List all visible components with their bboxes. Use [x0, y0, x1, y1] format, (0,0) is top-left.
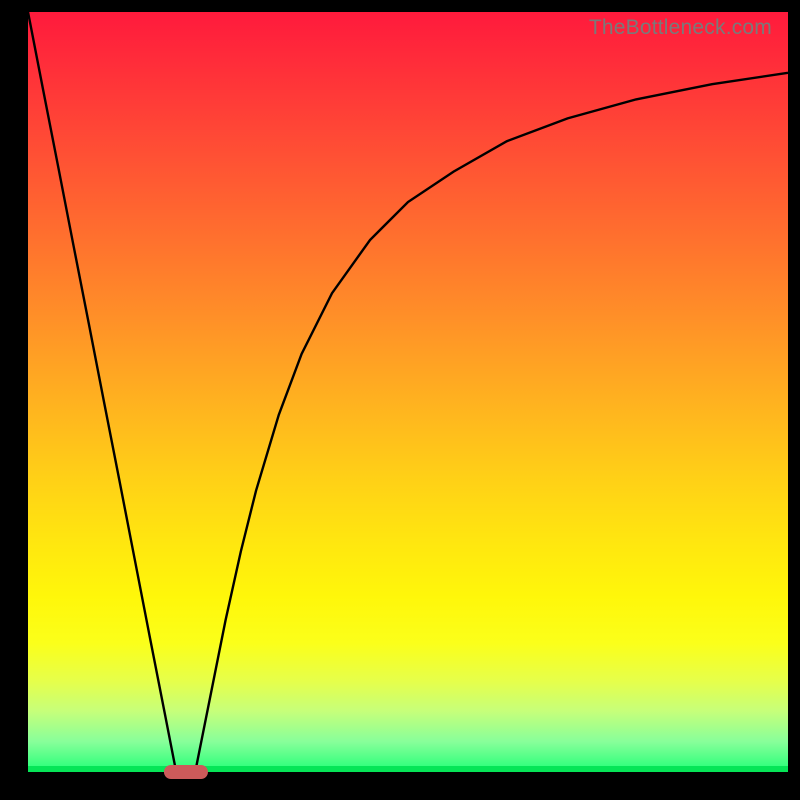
curve-layer	[28, 12, 788, 772]
curve-left-leg	[28, 12, 176, 772]
watermark-text: TheBottleneck.com	[589, 16, 772, 40]
plot-area: TheBottleneck.com	[28, 12, 788, 772]
chart-frame: TheBottleneck.com	[0, 0, 800, 800]
curve-right-branch	[195, 73, 788, 772]
bottleneck-marker	[164, 765, 208, 779]
